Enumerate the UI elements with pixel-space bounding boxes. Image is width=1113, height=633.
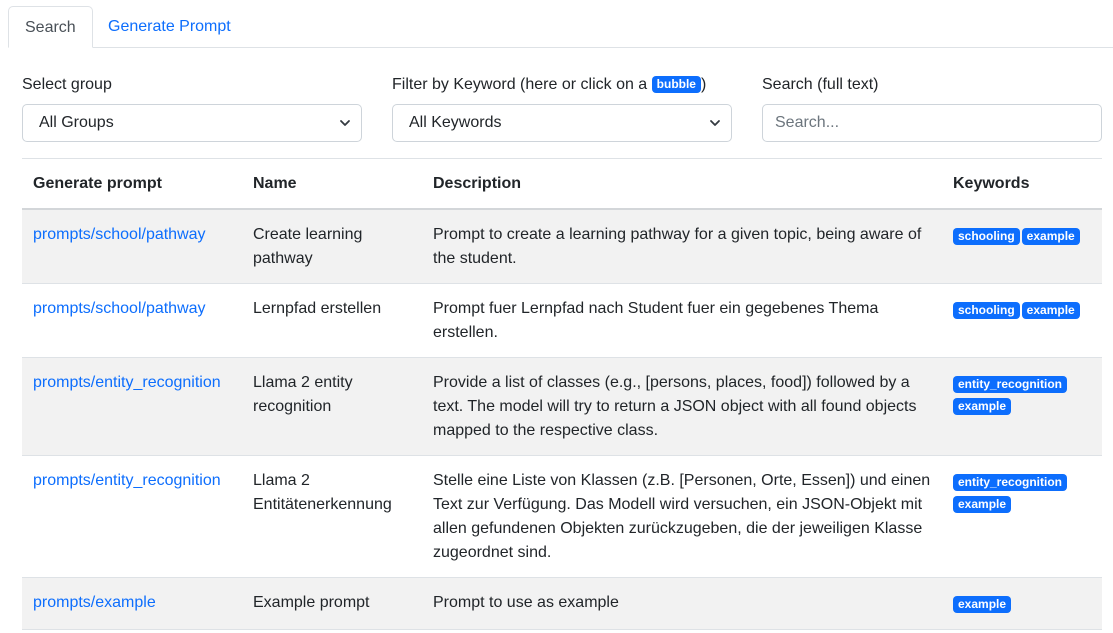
search-input[interactable]: Search... <box>762 104 1102 142</box>
bubble-badge: bubble <box>651 76 701 93</box>
keyword-badge[interactable]: schooling <box>953 302 1020 319</box>
table-row: prompts/entity_recognition Llama 2 Entit… <box>22 455 1102 578</box>
keyword-list: schooling example <box>942 209 1102 284</box>
prompt-description: Stelle eine Liste von Klassen (z.B. [Per… <box>422 455 942 578</box>
chevron-down-icon <box>340 120 350 126</box>
keyword-label-text: Filter by Keyword (here or click on a <box>392 76 652 93</box>
keyword-list: entity_recognitionexample <box>942 455 1102 578</box>
keyword-badge[interactable]: example <box>1021 228 1080 245</box>
prompt-table-container: Generate prompt Name Description Keyword… <box>22 158 1102 630</box>
group-select-value: All Groups <box>39 114 114 131</box>
prompt-link[interactable]: prompts/entity_recognition <box>33 374 221 391</box>
prompt-name: Lernpfad erstellen <box>242 283 422 358</box>
group-select-label: Select group <box>22 76 112 93</box>
group-select[interactable]: All Groups <box>22 104 362 142</box>
keyword-filter: Filter by Keyword (here or click on a bu… <box>392 72 732 142</box>
keyword-badge[interactable]: schooling <box>953 228 1020 245</box>
keyword-badge[interactable]: example <box>1021 302 1080 319</box>
tab-generate-prompt[interactable]: Generate Prompt <box>92 6 247 47</box>
header-description: Description <box>422 158 942 210</box>
keyword-select[interactable]: All Keywords <box>392 104 732 142</box>
keyword-badge[interactable]: entity_recognition <box>953 474 1068 491</box>
chevron-down-icon <box>710 120 720 126</box>
keyword-select-label: Filter by Keyword (here or click on a bu… <box>392 73 732 97</box>
tab-bar: Search Generate Prompt <box>8 0 1113 48</box>
search-input-label: Search (full text) <box>762 76 879 93</box>
keyword-select-value: All Keywords <box>409 114 502 131</box>
table-row: prompts/example Example prompt Prompt to… <box>22 577 1102 630</box>
header-generate-prompt: Generate prompt <box>22 158 242 210</box>
prompt-description: Prompt fuer Lernpfad nach Student fuer e… <box>422 283 942 358</box>
table-row: prompts/school/pathway Create learning p… <box>22 209 1102 284</box>
table-row: prompts/school/pathway Lernpfad erstelle… <box>22 283 1102 358</box>
keyword-list: schooling example <box>942 283 1102 358</box>
prompt-name: Llama 2 entity recognition <box>242 357 422 456</box>
prompt-link[interactable]: prompts/school/pathway <box>33 226 206 243</box>
prompt-link[interactable]: prompts/example <box>33 594 156 611</box>
keyword-list: example <box>942 577 1102 630</box>
header-keywords: Keywords <box>942 158 1102 210</box>
prompt-name: Example prompt <box>242 577 422 630</box>
keyword-label-suffix: ) <box>700 76 707 93</box>
prompt-description: Prompt to create a learning pathway for … <box>422 209 942 284</box>
prompt-description: Prompt to use as example <box>422 577 942 630</box>
search-filter: Search (full text) Search... <box>762 72 1102 142</box>
keyword-badge[interactable]: example <box>953 496 1012 513</box>
group-filter: Select group All Groups <box>22 72 362 142</box>
table-header-row: Generate prompt Name Description Keyword… <box>22 158 1102 210</box>
prompt-name: Create learning pathway <box>242 209 422 284</box>
header-name: Name <box>242 158 422 210</box>
prompt-table: Generate prompt Name Description Keyword… <box>22 158 1102 630</box>
table-row: prompts/entity_recognition Llama 2 entit… <box>22 357 1102 456</box>
prompt-link[interactable]: prompts/school/pathway <box>33 300 206 317</box>
prompt-description: Provide a list of classes (e.g., [person… <box>422 357 942 456</box>
prompt-name: Llama 2 Entitätenerkennung <box>242 455 422 578</box>
keyword-list: entity_recognitionexample <box>942 357 1102 456</box>
prompt-link[interactable]: prompts/entity_recognition <box>33 472 221 489</box>
keyword-badge[interactable]: example <box>953 596 1012 613</box>
keyword-badge[interactable]: entity_recognition <box>953 376 1068 393</box>
keyword-badge[interactable]: example <box>953 398 1012 415</box>
tab-search[interactable]: Search <box>8 6 93 48</box>
